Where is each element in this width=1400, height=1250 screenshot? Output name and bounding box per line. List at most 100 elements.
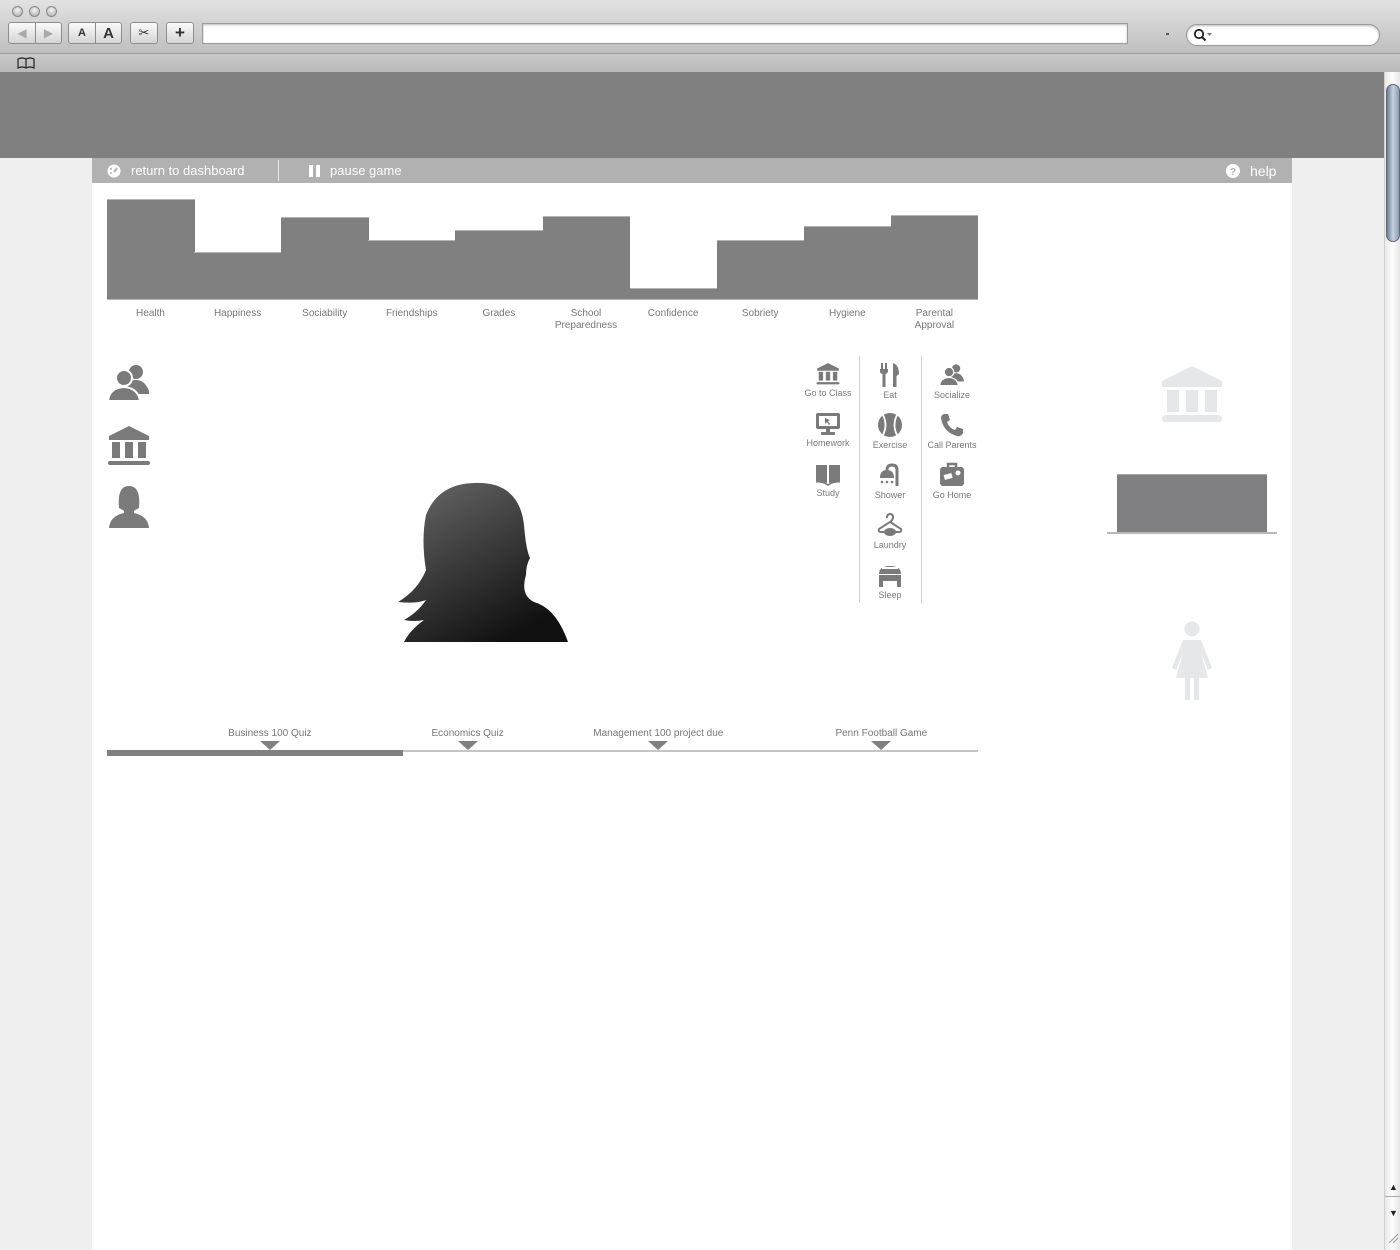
- search-field[interactable]: [1186, 24, 1380, 46]
- event-marker-icon: [648, 741, 669, 750]
- bookmarks-bar: [0, 53, 1400, 72]
- location-meter: [1107, 473, 1277, 534]
- action-go-to-class-button[interactable]: Go to Class: [797, 356, 859, 406]
- stat-label: Sobriety: [717, 308, 804, 320]
- forward-button[interactable]: ▶: [35, 23, 61, 43]
- action-label: Homework: [806, 438, 850, 448]
- stat-label-line: Friendships: [385, 308, 438, 319]
- stat-label-line: Confidence: [647, 308, 699, 319]
- stat-label-line: School: [570, 308, 602, 319]
- game-sheet: return to dashboard pause game ? help He…: [92, 158, 1292, 1250]
- stat-label: Grades: [455, 308, 542, 320]
- scroll-down-arrow-icon[interactable]: ▼: [1389, 1208, 1398, 1218]
- new-tab-button[interactable]: +: [166, 22, 194, 44]
- scroll-arrow-divider: [1385, 1196, 1400, 1197]
- stat-bar-hygiene: [803, 226, 892, 299]
- action-label: Eat: [883, 390, 897, 400]
- stat-bar-health: [107, 199, 195, 299]
- stat-bar-grades: [455, 230, 543, 299]
- action-homework-button[interactable]: Homework: [797, 406, 859, 456]
- timeline-event[interactable]: Penn Football Game: [781, 728, 981, 750]
- location-meter-baseline: [1107, 532, 1277, 534]
- suitcase-icon: [921, 462, 983, 488]
- action-label: Go Home: [932, 490, 972, 500]
- timeline-event-label: Business 100 Quiz: [228, 728, 312, 739]
- female-figure-icon: [1170, 620, 1214, 702]
- timeline-event-label: Management 100 project due: [593, 728, 724, 739]
- pause-game-button[interactable]: pause game: [309, 158, 402, 183]
- stat-label: Sociability: [281, 308, 368, 320]
- vertical-scrollbar[interactable]: ▲ ▼: [1384, 72, 1400, 1250]
- action-study-button[interactable]: Study: [797, 456, 859, 506]
- timeline-event[interactable]: Business 100 Quiz: [170, 728, 370, 750]
- location-institution-icon: [1160, 364, 1224, 424]
- stats-chart: [107, 198, 979, 300]
- help-button[interactable]: ? help: [1226, 158, 1276, 183]
- text-smaller-label: A: [78, 27, 86, 39]
- dashboard-gauge-icon: [107, 164, 121, 177]
- action-laundry-button[interactable]: Laundry: [859, 506, 921, 556]
- event-marker-icon: [259, 741, 280, 750]
- people-icon[interactable]: [106, 361, 151, 405]
- action-socialize-button[interactable]: Socialize: [921, 356, 983, 406]
- people-icon: [921, 362, 983, 388]
- shower-icon: [859, 462, 921, 488]
- stat-label: Parental Approval: [891, 308, 978, 332]
- monitor-icon: [797, 412, 859, 436]
- action-label: Shower: [874, 490, 906, 500]
- resize-grip-icon[interactable]: [1387, 1232, 1399, 1244]
- action-exercise-button[interactable]: Exercise: [859, 406, 921, 456]
- timeline-progress: [107, 750, 404, 756]
- snip-button[interactable]: ✂: [130, 22, 158, 44]
- stat-label-line: Sobriety: [741, 308, 779, 319]
- institution-icon[interactable]: [107, 424, 151, 468]
- stat-label-line: Parental: [915, 308, 954, 319]
- stat-label-line: Approval: [914, 320, 955, 331]
- stat-bar-friendships: [368, 240, 456, 299]
- text-smaller-button[interactable]: A: [69, 23, 95, 43]
- action-go-home-button[interactable]: Go Home: [921, 456, 983, 506]
- stat-label-line: Hygiene: [828, 308, 866, 319]
- action-label: Sleep: [878, 590, 902, 600]
- plus-icon: +: [175, 23, 185, 42]
- stat-label: Hygiene: [804, 308, 891, 320]
- female-avatar-icon[interactable]: [107, 484, 151, 528]
- timeline-event-label: Economics Quiz: [431, 728, 504, 739]
- text-size-buttons: A A: [68, 22, 122, 44]
- stat-label: School Preparedness: [543, 308, 630, 332]
- window-zoom-button[interactable]: [46, 6, 57, 17]
- hanger-icon: [859, 512, 921, 538]
- phone-icon: [921, 412, 983, 438]
- back-button[interactable]: ◀: [9, 23, 35, 43]
- action-label: Study: [816, 488, 840, 498]
- scroll-up-arrow-icon[interactable]: ▲: [1389, 1182, 1398, 1192]
- text-bigger-label: A: [103, 24, 114, 42]
- action-sleep-button[interactable]: Sleep: [859, 556, 921, 606]
- bookmarks-icon[interactable]: [17, 57, 35, 69]
- address-bar[interactable]: [202, 23, 1128, 44]
- action-shower-button[interactable]: Shower: [859, 456, 921, 506]
- book-icon: [797, 462, 859, 486]
- stat-label: Happiness: [194, 308, 281, 320]
- help-label: help: [1250, 162, 1277, 179]
- action-label: Exercise: [872, 440, 908, 450]
- timeline-event[interactable]: Economics Quiz: [368, 728, 568, 750]
- action-eat-button[interactable]: Eat: [859, 356, 921, 406]
- stat-label: Friendships: [368, 308, 455, 320]
- scrollbar-thumb[interactable]: [1386, 84, 1400, 242]
- window-close-button[interactable]: [12, 6, 23, 17]
- action-call-parents-button[interactable]: Call Parents: [921, 406, 983, 456]
- timeline-event[interactable]: Management 100 project due: [558, 728, 758, 750]
- stat-label-line: Health: [136, 308, 165, 319]
- character-silhouette: [398, 482, 568, 642]
- stat-bar-sociability: [281, 217, 369, 299]
- progress-dot: [1166, 33, 1169, 35]
- dashboard-label: return to dashboard: [131, 163, 245, 178]
- stat-bar-parental-approval: [890, 215, 979, 299]
- stat-bar-happiness: [194, 252, 282, 299]
- action-label: Call Parents: [927, 440, 977, 450]
- text-bigger-button[interactable]: A: [95, 23, 121, 43]
- window-minimize-button[interactable]: [29, 6, 40, 17]
- bed-icon: [859, 562, 921, 588]
- return-to-dashboard-link[interactable]: return to dashboard: [107, 158, 244, 183]
